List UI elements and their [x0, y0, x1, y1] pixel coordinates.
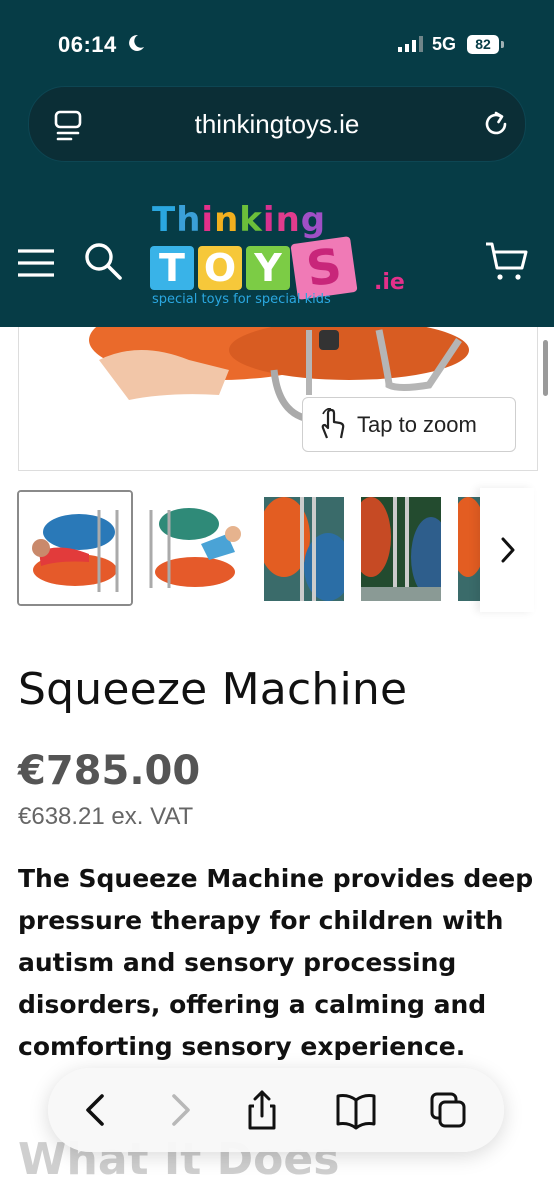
site-logo[interactable]: Thinking T O Y S .ie special toys for sp… [148, 200, 410, 312]
url-text[interactable]: thinkingtoys.ie [29, 109, 525, 140]
back-icon[interactable] [76, 1090, 116, 1130]
logo-thinking: Thinking [152, 200, 327, 240]
thumbnail-2[interactable] [139, 494, 249, 604]
product-description: The Squeeze Machine provides deep pressu… [18, 864, 534, 1061]
status-time: 06:14 [58, 32, 117, 57]
browser-toolbar [48, 1068, 504, 1152]
share-icon[interactable] [242, 1090, 282, 1130]
battery-icon: 82 [467, 35, 499, 54]
bookmarks-icon[interactable] [336, 1090, 376, 1130]
zoom-label: Tap to zoom [357, 412, 477, 437]
search-icon[interactable] [82, 240, 124, 282]
tabs-icon[interactable] [428, 1090, 468, 1130]
logo-tagline: special toys for special kids [152, 292, 331, 307]
menu-icon[interactable] [16, 247, 56, 279]
next-thumbnail-button[interactable] [480, 488, 534, 612]
thumbnail-1[interactable] [17, 490, 133, 606]
signal-icon [398, 36, 423, 52]
forward-icon[interactable] [160, 1090, 200, 1130]
battery-tip [501, 41, 504, 48]
address-bar[interactable]: thinkingtoys.ie [28, 86, 526, 162]
status-bar: 06:14 5G 82 [0, 0, 554, 80]
product-title: Squeeze Machine [18, 664, 408, 715]
reload-icon[interactable] [481, 109, 511, 139]
tap-to-zoom-button[interactable]: Tap to zoom [302, 397, 516, 452]
network-type: 5G [432, 34, 457, 54]
thumbnail-3[interactable] [264, 497, 344, 601]
price-ex-vat: €638.21 ex. VAT [18, 803, 194, 830]
site-header: 06:14 5G 82 thinkingtoys.ie Thinking T O… [0, 0, 554, 327]
cart-icon[interactable] [484, 240, 528, 284]
scrollbar[interactable] [543, 340, 548, 396]
thumbnail-strip [0, 490, 554, 614]
thumbnail-4[interactable] [361, 497, 441, 601]
product-price: €785.00 [18, 748, 201, 794]
chevron-right-icon [501, 537, 515, 563]
moon-icon [129, 34, 144, 51]
logo-domain: .ie [374, 270, 405, 295]
tap-icon [321, 408, 345, 439]
